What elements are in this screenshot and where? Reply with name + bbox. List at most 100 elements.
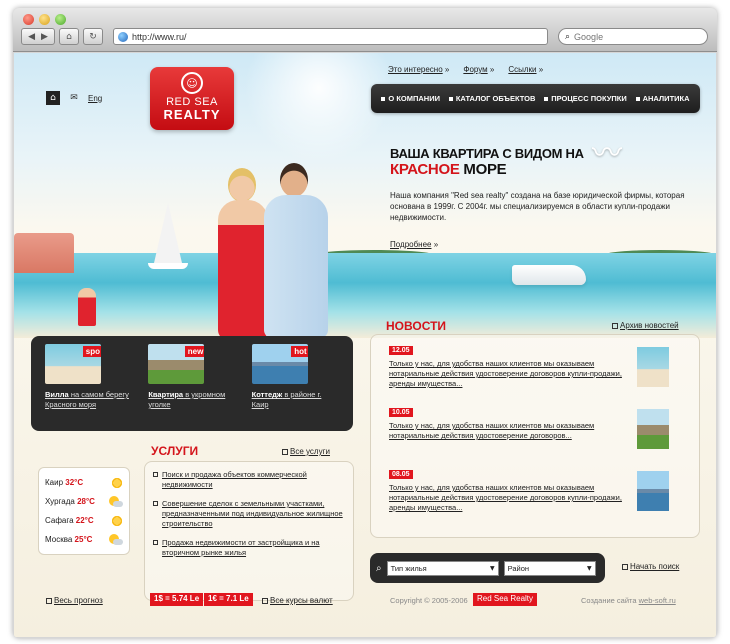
weather-row: Хургада 28°C: [45, 492, 123, 511]
service-item[interactable]: Продажа недвижимости от застройщика и на…: [153, 538, 345, 558]
copyright-badge: Red Sea Realty: [473, 593, 538, 606]
browser-search-box[interactable]: ⌕: [558, 28, 708, 45]
weather-row: Сафага 22°C: [45, 511, 123, 530]
villa-image: [14, 233, 74, 273]
nav-bullet-icon: [635, 96, 640, 101]
browser-window: ◀ ▶ ⌂ ↻ ⌕ 〰: [13, 8, 717, 638]
copyright-text: Copyright © 2005-2006: [390, 596, 468, 605]
news-panel: 12.05 Только у нас, для удобства наших к…: [370, 334, 700, 538]
home-icon[interactable]: ⌂: [46, 91, 60, 105]
back-arrow-icon[interactable]: ◀: [28, 32, 35, 42]
minimize-window-icon[interactable]: [39, 14, 50, 25]
news-heading: НОВОСТИ: [386, 319, 447, 333]
close-window-icon[interactable]: [23, 14, 34, 25]
created-by: Создание сайта web-soft.ru: [581, 596, 676, 605]
property-card-apartment[interactable]: new Квартира в укромном уголке: [148, 344, 235, 423]
nav-item-catalog[interactable]: КАТАЛОГ ОБЪЕКТОВ: [448, 94, 535, 103]
rate-eur: 1€ = 7.1 Le: [204, 593, 253, 606]
chevron-down-icon: ▼: [489, 564, 495, 572]
bullet-icon: [153, 472, 158, 477]
browser-search-input[interactable]: [574, 31, 685, 42]
featured-properties: spo Вилла на самом берегу Красного моря …: [31, 336, 353, 431]
site-logo[interactable]: ☺ RED SEA REALTY: [150, 67, 234, 130]
web-page: 〰 ☺ RED SEA REALTY ⌂ ✉ Eng Это интересно…: [14, 53, 716, 637]
top-link-forum[interactable]: Форум »: [463, 65, 494, 74]
property-thumbnail[interactable]: spo: [45, 344, 101, 384]
news-date: 08.05: [389, 470, 413, 479]
window-controls: [23, 14, 66, 25]
news-date: 10.05: [389, 408, 413, 417]
language-link[interactable]: Eng: [88, 94, 102, 103]
top-links: Это интересно » Форум » Ссылки »: [388, 65, 543, 74]
yacht-image: [512, 265, 586, 285]
news-item[interactable]: 10.05 Только у нас, для удобства наших к…: [389, 407, 629, 441]
couple-image: [210, 163, 340, 340]
all-rates-link[interactable]: Все курсы валют: [262, 596, 333, 605]
news-item[interactable]: 08.05 Только у нас, для удобства наших к…: [389, 469, 629, 513]
property-thumbnail[interactable]: hot: [251, 344, 308, 384]
news-date: 12.05: [389, 346, 413, 355]
nav-item-about[interactable]: О КОМПАНИИ: [381, 94, 440, 103]
seagull-icon: 〰: [592, 136, 622, 171]
service-item[interactable]: Поиск и продажа объектов коммерческой не…: [153, 470, 345, 490]
sun-icon: [111, 476, 123, 489]
property-tag: spo: [82, 346, 101, 357]
nav-bullet-icon: [544, 96, 549, 101]
browser-toolbar: ◀ ▶ ⌂ ↻ ⌕: [13, 8, 717, 52]
search-icon: ⌕: [376, 562, 382, 574]
property-card-cottage[interactable]: hot Коттедж в районе г. Каир: [251, 344, 339, 423]
all-services-link[interactable]: Все услуги: [282, 447, 330, 456]
chevron-down-icon: ▼: [586, 564, 592, 572]
services-heading: УСЛУГИ: [151, 444, 199, 458]
nav-item-analytics[interactable]: АНАЛИТИКА: [635, 94, 690, 103]
news-thumbnail[interactable]: [637, 471, 669, 511]
property-tag: new: [184, 346, 205, 357]
reload-icon: ↻: [89, 31, 97, 42]
property-tag: hot: [291, 346, 308, 357]
search-bullet-icon: [622, 563, 628, 570]
sea-background: [14, 253, 716, 338]
address-bar[interactable]: [113, 28, 548, 45]
full-forecast-link[interactable]: Весь прогноз: [46, 596, 103, 605]
rates-bullet-icon: [262, 597, 268, 604]
top-link-interesting[interactable]: Это интересно »: [388, 65, 449, 74]
back-forward-button[interactable]: ◀ ▶: [21, 28, 55, 45]
forward-arrow-icon[interactable]: ▶: [41, 32, 48, 42]
sailboat-image: [148, 203, 188, 269]
logo-text-line2: REALTY: [163, 107, 221, 122]
nav-item-process[interactable]: ПРОЦЕСС ПОКУПКИ: [544, 94, 627, 103]
bullet-icon: [153, 501, 158, 506]
news-archive-link[interactable]: Архив новостей: [612, 321, 679, 330]
property-type-select[interactable]: Тип жилья ▼: [386, 560, 499, 576]
mail-icon[interactable]: ✉: [67, 91, 81, 105]
hero-description: Наша компания "Red sea realty" создана н…: [390, 191, 685, 222]
home-button[interactable]: ⌂: [59, 28, 79, 45]
news-thumbnail[interactable]: [637, 347, 669, 387]
property-thumbnail[interactable]: new: [148, 344, 205, 384]
developer-link[interactable]: web-soft.ru: [639, 596, 676, 605]
beach-figure-image: [78, 288, 96, 326]
property-card-villa[interactable]: spo Вилла на самом берегу Красного моря: [45, 344, 132, 423]
start-search-link[interactable]: Начать поиск: [622, 562, 679, 571]
rate-usd: 1$ = 5.74 Le: [150, 593, 204, 606]
region-select[interactable]: Район ▼: [503, 560, 596, 576]
reload-button[interactable]: ↻: [83, 28, 103, 45]
sun-icon: [111, 514, 123, 527]
url-input[interactable]: [132, 31, 512, 42]
nav-buttons: ◀ ▶ ⌂ ↻: [21, 28, 103, 45]
zoom-window-icon[interactable]: [55, 14, 66, 25]
service-item[interactable]: Совершение сделок с земельными участками…: [153, 499, 345, 529]
bullet-icon: [153, 540, 158, 545]
services-bullet-icon: [282, 448, 288, 455]
news-text: Только у нас, для удобства наших клиенто…: [389, 359, 622, 388]
top-link-links[interactable]: Ссылки »: [508, 65, 543, 74]
hero-title: ВАША КВАРТИРА С ВИДОМ НА КРАСНОЕ МОРЕ: [390, 146, 584, 178]
more-link[interactable]: Подробнее »: [390, 240, 438, 249]
news-text: Только у нас, для удобства наших клиенто…: [389, 421, 595, 440]
news-thumbnail[interactable]: [637, 409, 669, 449]
forecast-bullet-icon: [46, 597, 52, 604]
partly-cloudy-icon: [109, 495, 123, 508]
search-icon: ⌕: [565, 31, 571, 42]
news-item[interactable]: 12.05 Только у нас, для удобства наших к…: [389, 345, 629, 389]
nav-bullet-icon: [448, 96, 453, 101]
